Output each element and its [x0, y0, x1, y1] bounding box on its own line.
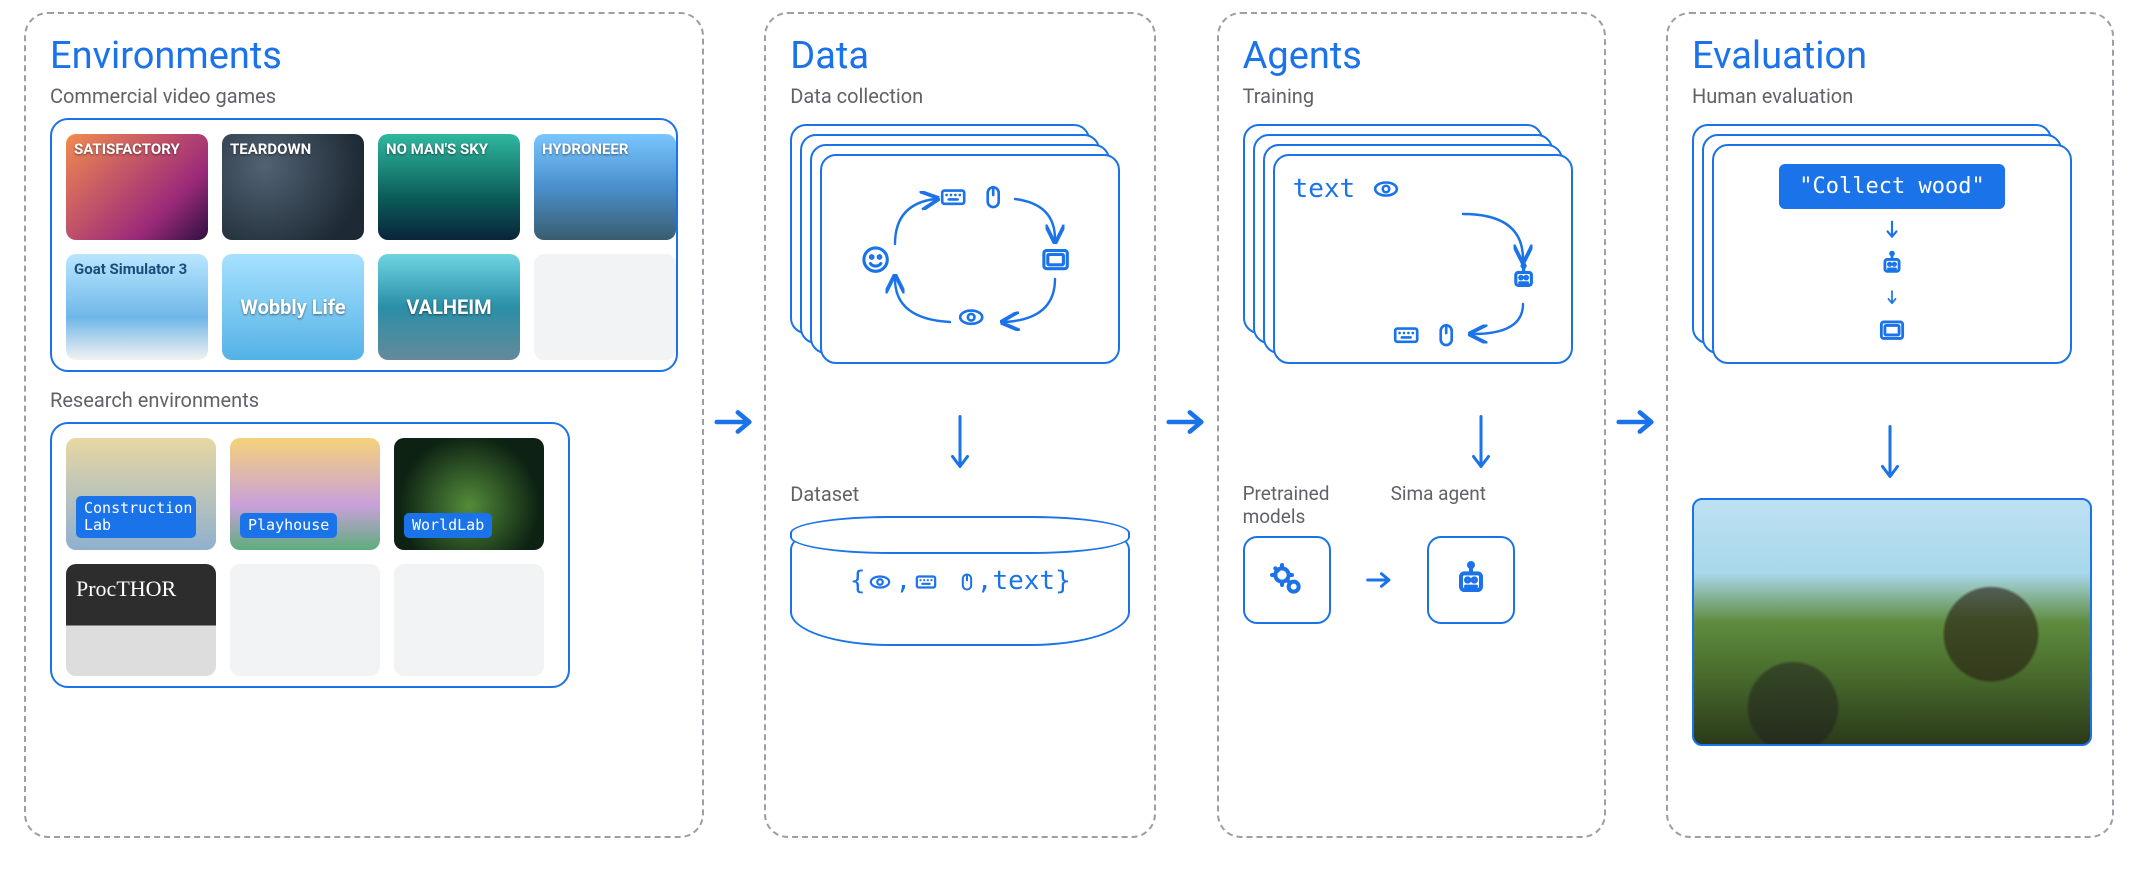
agents-panel: Agents Training text — [1217, 12, 1606, 838]
game-tile-placeholder — [534, 254, 676, 360]
environments-panel: Environments Commercial video games SATI… — [24, 12, 704, 838]
gamepad-icon — [1872, 316, 1912, 344]
research-tile-placeholder — [230, 564, 380, 676]
research-tile-worldlab: WorldLab — [394, 438, 544, 550]
gears-icon — [1267, 560, 1307, 600]
pipeline-diagram: Environments Commercial video games SATI… — [24, 12, 2114, 838]
research-tile-constructionlab: Construction Lab — [66, 438, 216, 550]
game-tile-teardown: TEARDOWN — [222, 134, 364, 240]
flow-arrow — [704, 12, 764, 832]
agents-bottom-row — [1243, 536, 1580, 624]
game-tile-wobblylife: Wobbly Life — [222, 254, 364, 360]
arrow-down-icon — [1880, 219, 1904, 240]
pretrained-models-label: Pretrained models — [1243, 482, 1363, 528]
data-collection-label: Data collection — [790, 84, 1130, 108]
flow-arrow — [1156, 12, 1216, 832]
evaluation-title: Evaluation — [1692, 34, 2088, 78]
sima-agent-label: Sima agent — [1391, 482, 1511, 528]
robot-icon — [1872, 250, 1912, 278]
data-collection-stack — [790, 124, 1130, 374]
research-tile-playhouse: Playhouse — [230, 438, 380, 550]
research-envs-label: Research environments — [50, 388, 678, 412]
game-tile-goatsim3: Goat Simulator 3 — [66, 254, 208, 360]
arrow-right-icon — [1613, 399, 1659, 445]
data-title: Data — [790, 34, 1130, 78]
flow-arrow — [1606, 12, 1666, 832]
agents-title: Agents — [1243, 34, 1580, 78]
agent-loop-diagram — [1293, 204, 1553, 354]
training-stack: text — [1243, 124, 1580, 374]
arrow-down-icon — [945, 414, 975, 474]
robot-icon — [1451, 560, 1491, 600]
data-panel: Data Data collection — [764, 12, 1156, 838]
dataset-cylinder: {, ,text} — [790, 516, 1130, 646]
dataset-content: {, ,text} — [850, 566, 1071, 596]
arrow-down-icon — [1466, 414, 1496, 474]
sima-agent-card — [1427, 536, 1515, 624]
human-evaluation-label: Human evaluation — [1692, 84, 2088, 108]
game-tile-satisfactory: SATISFACTORY — [66, 134, 208, 240]
research-tile-placeholder — [394, 564, 544, 676]
arrow-down-icon — [1880, 289, 1904, 306]
commercial-games-box: SATISFACTORY TEARDOWN NO MAN'S SKY HYDRO… — [50, 118, 678, 372]
arrow-right-icon — [1163, 399, 1209, 445]
dataset-label: Dataset — [790, 482, 1130, 506]
game-tile-valheim: VALHEIM — [378, 254, 520, 360]
game-tile-nomanssky: NO MAN'S SKY — [378, 134, 520, 240]
arrow-right-icon — [1349, 565, 1409, 595]
eye-icon — [1369, 176, 1403, 202]
environments-title: Environments — [50, 34, 678, 78]
research-envs-box: Construction Lab Playhouse WorldLab Proc… — [50, 422, 570, 688]
text-input-label: text — [1293, 174, 1356, 204]
commercial-games-label: Commercial video games — [50, 84, 678, 108]
evaluation-panel: Evaluation Human evaluation "Collect woo… — [1666, 12, 2114, 838]
data-loop-diagram — [840, 174, 1100, 344]
game-tile-hydroneer: HYDRONEER — [534, 134, 676, 240]
research-tile-procthor: ProcTHOR — [66, 564, 216, 676]
pretrained-models-card — [1243, 536, 1331, 624]
training-label: Training — [1243, 84, 1580, 108]
arrow-down-icon — [1875, 424, 1905, 484]
evaluation-task: "Collect wood" — [1779, 164, 2004, 209]
eye-icon — [865, 571, 895, 593]
mouse-icon — [957, 571, 977, 593]
evaluation-stack: "Collect wood" — [1692, 124, 2088, 384]
evaluation-game-screenshot — [1692, 498, 2092, 746]
keyboard-icon — [911, 571, 941, 593]
arrow-right-icon — [711, 399, 757, 445]
